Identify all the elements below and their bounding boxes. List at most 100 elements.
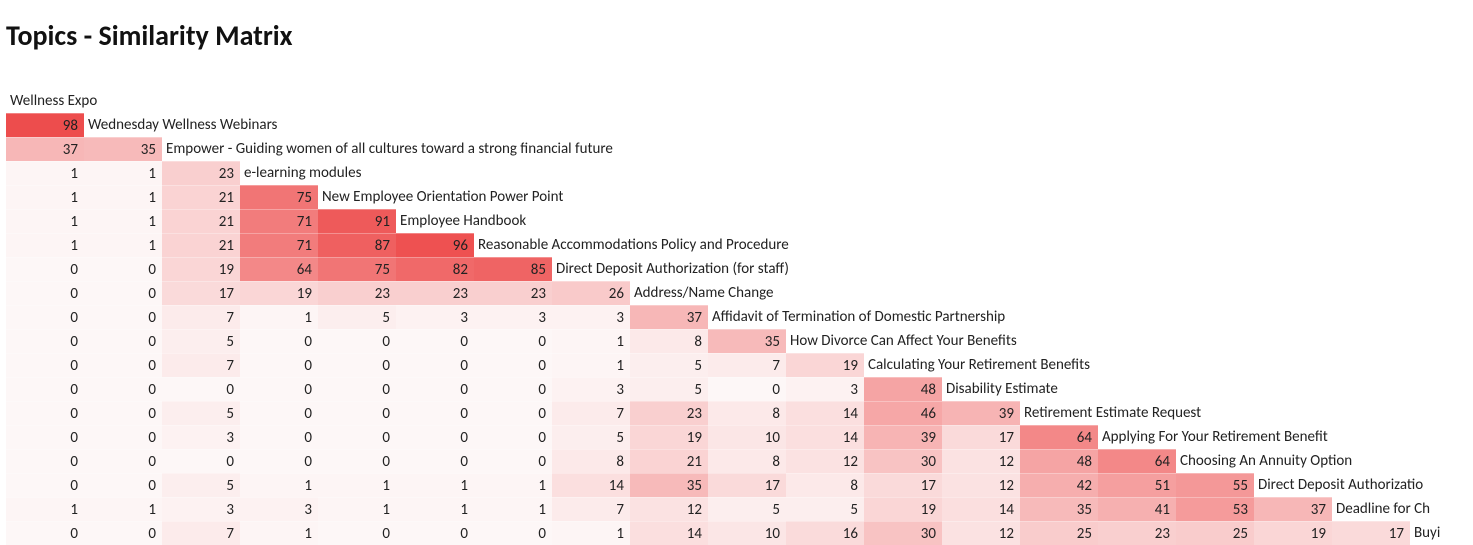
matrix-cell: 35 [84,137,162,161]
matrix-cell: 1 [396,473,474,497]
matrix-cell: 0 [6,401,84,425]
matrix-cell: 7 [552,497,630,521]
matrix-cell: 51 [1098,473,1176,497]
matrix-cell: 0 [6,425,84,449]
matrix-cell: 37 [630,305,708,329]
matrix-cell: 48 [864,377,942,401]
matrix-row: Wellness Expo [6,89,1473,113]
matrix-cell: 1 [6,185,84,209]
matrix-cell: 23 [396,281,474,305]
matrix-cell: 35 [1020,497,1098,521]
matrix-cell: 12 [786,449,864,473]
matrix-cell: 14 [942,497,1020,521]
matrix-cell: 17 [708,473,786,497]
topic-label: How Divorce Can Affect Your Benefits [786,329,1017,353]
matrix-cell: 46 [864,401,942,425]
matrix-cell: 3 [396,305,474,329]
topic-label: Disability Estimate [942,377,1058,401]
matrix-cell: 0 [84,521,162,545]
matrix-cell: 0 [6,305,84,329]
matrix-row: 00300005191014391764Applying For Your Re… [6,425,1473,449]
matrix-cell: 0 [474,329,552,353]
topic-label: Choosing An Annuity Option [1176,449,1352,473]
matrix-cell: 3 [786,377,864,401]
matrix-cell: 5 [552,425,630,449]
matrix-cell: 25 [1020,521,1098,545]
matrix-cell: 30 [864,521,942,545]
matrix-cell: 5 [630,353,708,377]
matrix-cell: 0 [474,425,552,449]
matrix-cell: 17 [162,281,240,305]
matrix-cell: 0 [474,449,552,473]
matrix-cell: 35 [708,329,786,353]
matrix-cell: 3 [240,497,318,521]
matrix-row: 3735Empower - Guiding women of all cultu… [6,137,1473,161]
matrix-cell: 19 [786,353,864,377]
matrix-cell: 0 [474,353,552,377]
matrix-row: 00500007238144639Retirement Estimate Req… [6,401,1473,425]
matrix-cell: 21 [630,449,708,473]
matrix-cell: 64 [1020,425,1098,449]
matrix-cell: 1 [6,497,84,521]
matrix-cell: 19 [864,497,942,521]
matrix-cell: 0 [240,329,318,353]
matrix-cell: 0 [240,353,318,377]
matrix-cell: 0 [84,425,162,449]
matrix-cell: 35 [630,473,708,497]
topic-label: Deadline for Ch [1332,497,1430,521]
matrix-row: 98Wednesday Wellness Webinars [6,113,1473,137]
similarity-matrix: Wellness Expo98Wednesday Wellness Webina… [6,89,1473,545]
matrix-cell: 12 [942,473,1020,497]
matrix-cell: 5 [162,401,240,425]
matrix-cell: 0 [396,353,474,377]
matrix-row: 00171923232326Address/Name Change [6,281,1473,305]
matrix-cell: 14 [786,401,864,425]
topic-label: Calculating Your Retirement Benefits [864,353,1090,377]
matrix-row: 1121718796Reasonable Accommodations Poli… [6,233,1473,257]
matrix-cell: 3 [162,425,240,449]
matrix-cell: 23 [162,161,240,185]
matrix-cell: 8 [708,449,786,473]
matrix-cell: 14 [786,425,864,449]
topic-label: Wednesday Wellness Webinars [84,113,277,137]
matrix-cell: 5 [162,329,240,353]
matrix-cell: 1 [84,497,162,521]
matrix-cell: 37 [6,137,84,161]
matrix-cell: 0 [6,257,84,281]
matrix-cell: 1 [474,497,552,521]
matrix-cell: 0 [396,377,474,401]
matrix-cell: 0 [84,329,162,353]
matrix-cell: 23 [630,401,708,425]
matrix-cell: 1 [318,473,396,497]
matrix-cell: 0 [84,377,162,401]
matrix-row: 005111114351781712425155Direct Deposit A… [6,473,1473,497]
matrix-cell: 0 [318,353,396,377]
matrix-cell: 10 [708,425,786,449]
topic-label: Direct Deposit Authorization (for staff) [552,257,789,281]
matrix-cell: 1 [318,497,396,521]
matrix-cell: 37 [1254,497,1332,521]
matrix-cell: 0 [162,449,240,473]
topic-label: New Employee Orientation Power Point [318,185,563,209]
matrix-cell: 21 [162,185,240,209]
matrix-cell: 19 [1254,521,1332,545]
matrix-cell: 0 [396,425,474,449]
matrix-cell: 0 [396,449,474,473]
matrix-cell: 26 [552,281,630,305]
matrix-cell: 3 [552,305,630,329]
matrix-cell: 0 [6,329,84,353]
matrix-cell: 21 [162,233,240,257]
topic-label: Employee Handbook [396,209,526,233]
matrix-row: 11217191Employee Handbook [6,209,1473,233]
matrix-cell: 0 [318,377,396,401]
matrix-cell: 3 [162,497,240,521]
matrix-cell: 5 [708,497,786,521]
matrix-cell: 21 [162,209,240,233]
matrix-cell: 0 [6,281,84,305]
matrix-row: 001964758285Direct Deposit Authorization… [6,257,1473,281]
matrix-cell: 39 [942,401,1020,425]
matrix-cell: 1 [240,305,318,329]
matrix-cell: 1 [474,473,552,497]
matrix-cell: 1 [84,161,162,185]
matrix-cell: 64 [240,257,318,281]
